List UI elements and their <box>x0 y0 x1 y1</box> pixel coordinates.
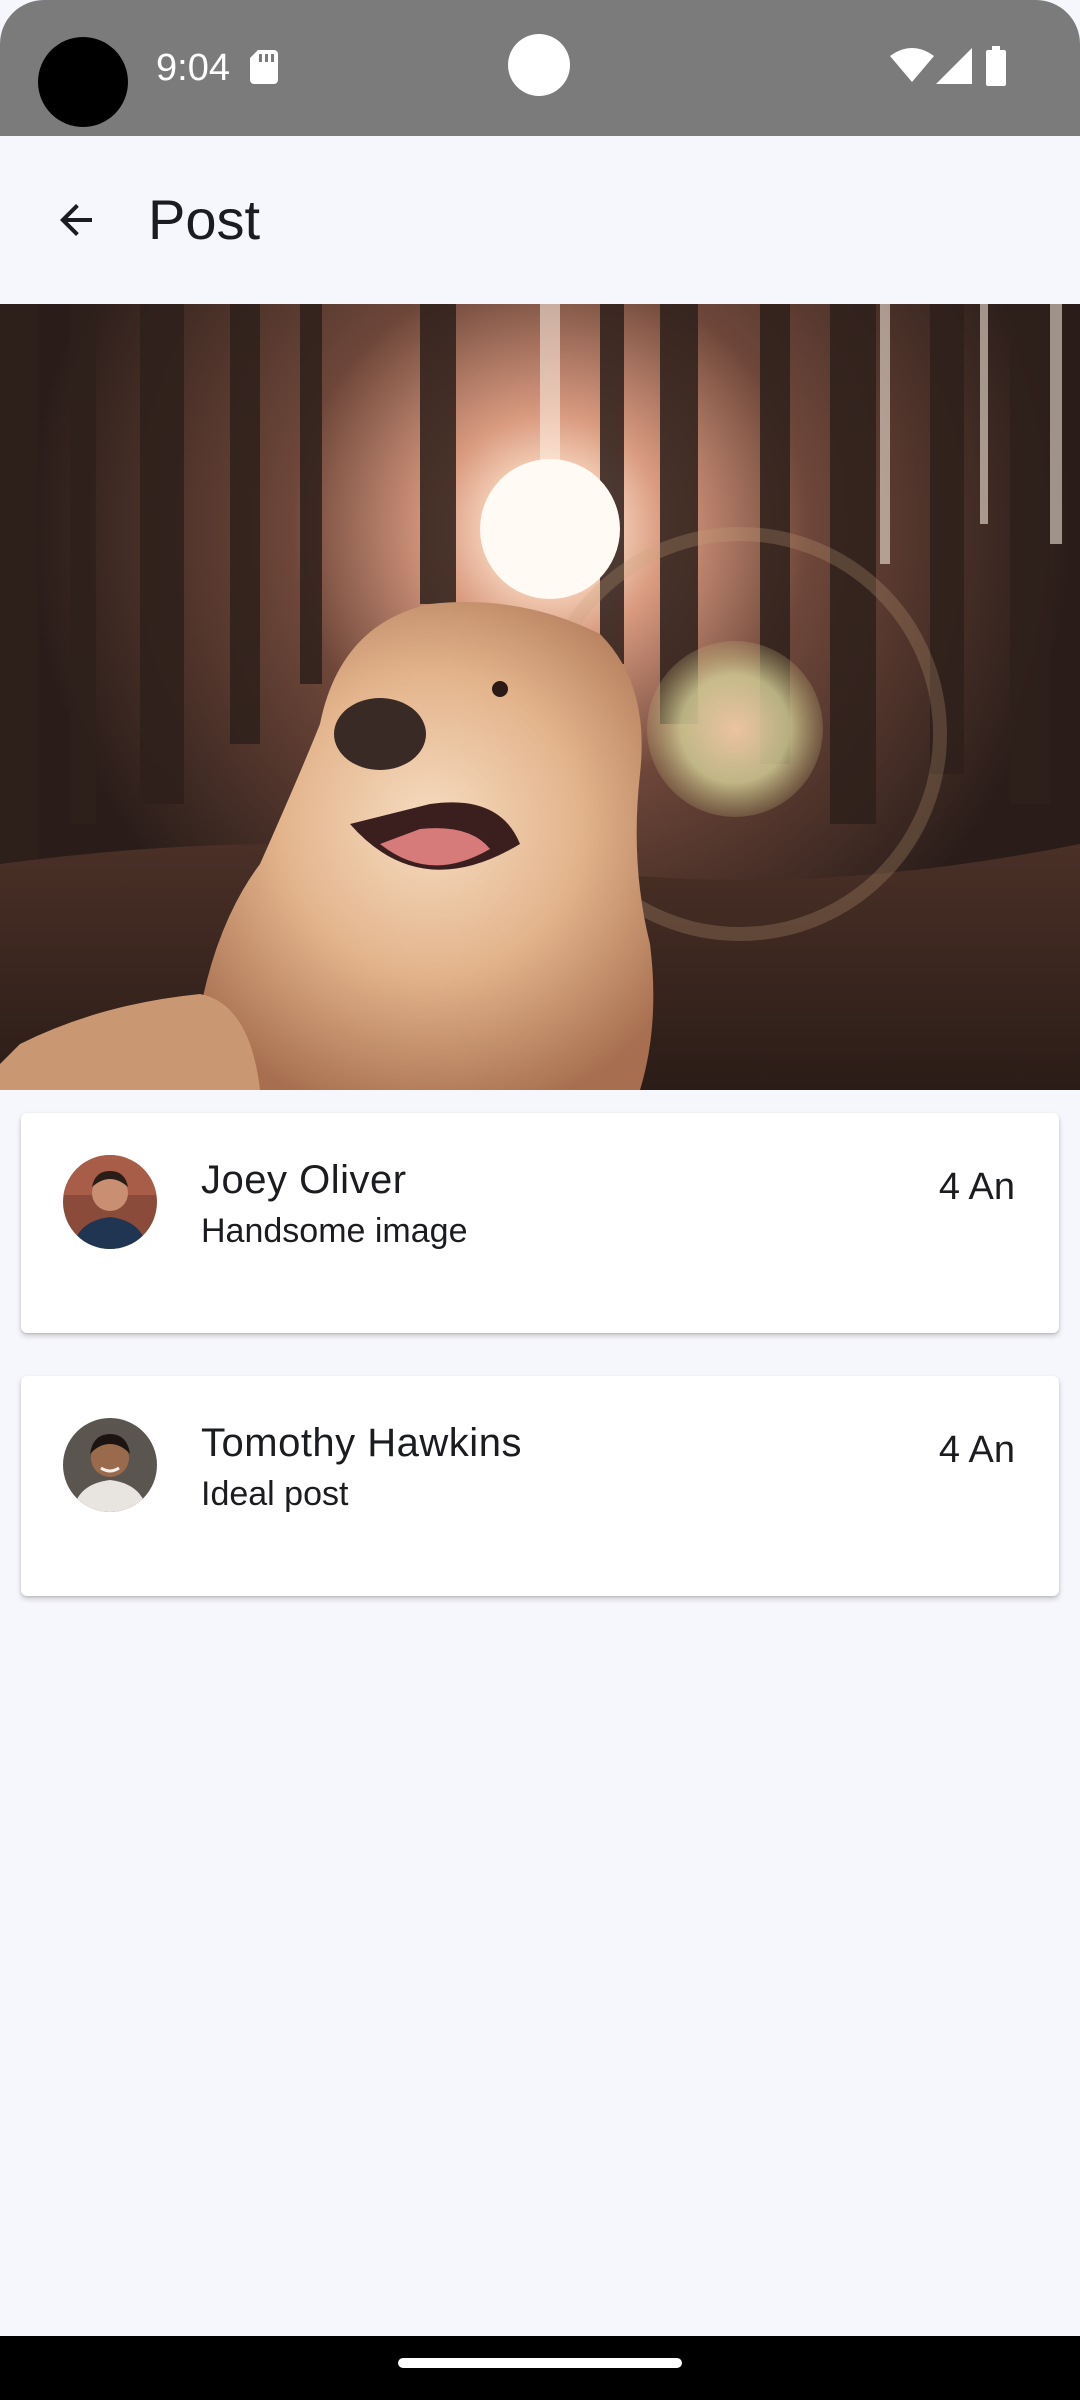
sd-card-icon <box>250 50 278 84</box>
commenter-name: Tomothy Hawkins <box>201 1421 522 1465</box>
wifi-icon <box>890 48 934 82</box>
front-camera-dot <box>508 34 570 96</box>
app-bar: Post <box>0 136 1080 304</box>
comment-card[interactable]: Tomothy Hawkins Ideal post 4 An <box>21 1376 1059 1596</box>
comment-text: Handsome image <box>201 1212 468 1250</box>
avatar <box>63 1155 157 1249</box>
avatar <box>63 1418 157 1512</box>
user-avatar-image <box>63 1155 157 1249</box>
status-bar: 9:04 <box>0 0 1080 136</box>
comment-time: 4 An <box>938 1429 1015 1471</box>
home-indicator[interactable] <box>398 2358 682 2368</box>
post-image <box>0 304 1080 1090</box>
screen: 9:04 Post Joey Oliver Handsome image 4 A… <box>0 0 1080 2400</box>
status-time: 9:04 <box>156 47 230 89</box>
user-avatar-image <box>63 1418 157 1512</box>
comment-text: Ideal post <box>201 1475 349 1513</box>
navigation-bar <box>0 2336 1080 2400</box>
dog-in-forest-photo <box>0 304 1080 1090</box>
camera-cutout <box>38 37 128 127</box>
signal-icon <box>936 48 972 84</box>
commenter-name: Joey Oliver <box>201 1158 407 1202</box>
back-button[interactable] <box>36 180 116 260</box>
comment-time: 4 An <box>938 1166 1015 1208</box>
comment-card[interactable]: Joey Oliver Handsome image 4 An <box>21 1113 1059 1333</box>
page-title: Post <box>148 188 261 251</box>
battery-icon <box>986 46 1006 86</box>
arrow-back-icon <box>60 204 92 236</box>
